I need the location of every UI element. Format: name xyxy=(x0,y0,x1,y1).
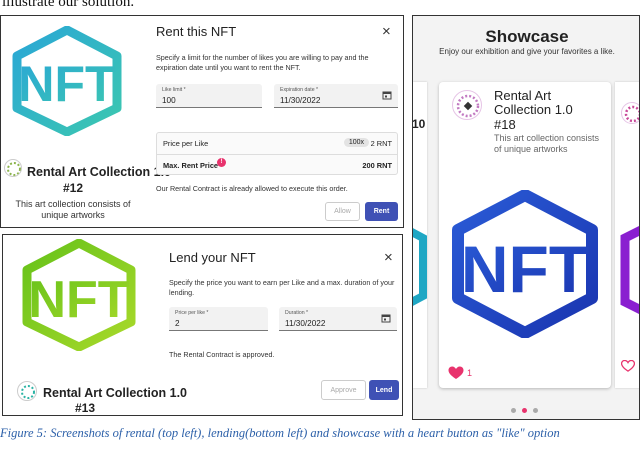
heart-icon[interactable] xyxy=(448,366,464,380)
collection-avatar-rent xyxy=(4,159,22,177)
info-icon: ! xyxy=(217,158,226,167)
next-card-avatar xyxy=(621,102,639,124)
lend-logo-text: NFT xyxy=(28,271,129,329)
carousel-dot-3[interactable] xyxy=(533,408,538,413)
multiplier-chip: 100x xyxy=(343,138,369,147)
calendar-icon[interactable] xyxy=(381,313,391,323)
showcase-panel: Showcase Enjoy our exhibition and give y… xyxy=(412,15,640,420)
lend-card-title: Rental Art Collection 1.0 xyxy=(43,386,188,400)
rent-card-description: This art collection consists of unique a… xyxy=(15,199,131,220)
showcase-card-number: #18 xyxy=(494,117,516,132)
calendar-icon[interactable] xyxy=(382,90,392,100)
carousel-dot-2[interactable] xyxy=(522,408,527,413)
rent-card-title: Rental Art Collection 1.0 xyxy=(27,165,172,179)
price-per-like-field[interactable]: Price per like * 2 xyxy=(169,307,268,331)
rent-button[interactable]: Rent xyxy=(365,202,398,221)
duration-label: Duration * xyxy=(285,310,309,316)
showcase-subtitle: Enjoy our exhibition and give your favor… xyxy=(439,47,615,56)
lend-button[interactable]: Lend xyxy=(369,380,399,400)
like-limit-label: Like limit * xyxy=(162,87,186,93)
carousel-dot-1[interactable] xyxy=(511,408,516,413)
rent-dialog-description: Specify a limit for the number of likes … xyxy=(156,53,369,72)
max-rent-price-label: Max. Rent Price xyxy=(163,161,219,170)
lend-card-number: #13 xyxy=(75,401,96,415)
like-count: 1 xyxy=(467,368,473,378)
collection-avatar-lend xyxy=(17,381,37,401)
price-per-like-field-value: 2 xyxy=(175,319,180,328)
figure-caption: Figure 5: Screenshots of rental (top lef… xyxy=(0,426,560,440)
next-card-heart-icon[interactable] xyxy=(621,360,635,372)
showcase-logo-text: NFT xyxy=(461,232,589,306)
rent-logo-text: NFT xyxy=(18,56,115,112)
next-card[interactable] xyxy=(615,82,639,388)
lend-dialog-title: Lend your NFT xyxy=(169,250,256,265)
next-card-logo-fragment xyxy=(620,225,639,315)
max-rent-price-value: 200 RNT xyxy=(362,161,392,170)
price-per-like-label: Price per Like xyxy=(163,139,209,148)
showcase-card-title: Rental Art Collection 1.0 xyxy=(494,88,573,117)
intro-text: illustrate our solution. xyxy=(2,0,135,10)
lend-panel: NFT Rental Art Collection 1.0 #13 Lend y… xyxy=(2,234,403,416)
rent-panel: NFT Rental Art Collection 1.0 #12 This a… xyxy=(0,15,404,228)
carousel-dots xyxy=(511,408,543,414)
showcase-title: Showcase xyxy=(485,27,569,46)
nft-logo-rent: NFT xyxy=(12,26,122,136)
rent-card-number: #12 xyxy=(63,181,84,195)
showcase-card-avatar xyxy=(452,90,482,120)
showcase-card[interactable]: Rental Art Collection 1.0 #18 This art c… xyxy=(439,82,611,388)
price-per-like-field-label: Price per like * xyxy=(175,310,209,316)
nft-logo-lend: NFT xyxy=(22,239,136,351)
previous-card[interactable]: 10 xyxy=(413,82,427,388)
duration-field[interactable]: Duration * 11/30/2022 xyxy=(279,307,397,331)
expiration-date-label: Expiration date * xyxy=(280,87,319,93)
lend-contract-note: The Rental Contract is approved. xyxy=(169,350,275,359)
expiration-date-value: 11/30/2022 xyxy=(280,96,321,105)
rent-close-icon[interactable]: × xyxy=(382,24,391,39)
duration-value: 11/30/2022 xyxy=(285,319,326,328)
previous-card-logo-fragment xyxy=(413,228,427,306)
price-summary-box: Price per Like 100x 2 RNT Max. Rent Pric… xyxy=(156,132,398,175)
rent-contract-note: Our Rental Contract is already allowed t… xyxy=(156,184,348,193)
like-limit-field[interactable]: Like limit * 100 xyxy=(156,84,262,108)
expiration-date-field[interactable]: Expiration date * 11/30/2022 xyxy=(274,84,398,108)
like-limit-value: 100 xyxy=(162,96,176,105)
nft-logo-showcase: NFT xyxy=(452,190,598,338)
allow-button[interactable]: Allow xyxy=(325,202,360,221)
previous-card-number: 10 xyxy=(412,117,426,131)
price-per-like-value: 2 RNT xyxy=(370,139,392,148)
showcase-card-description: This art collection consists of unique a… xyxy=(494,133,600,154)
rent-dialog-title: Rent this NFT xyxy=(156,24,237,39)
lend-close-icon[interactable]: × xyxy=(384,250,393,265)
lend-dialog-description: Specify the price you want to earn per L… xyxy=(169,278,395,297)
approve-button[interactable]: Approve xyxy=(321,380,366,400)
